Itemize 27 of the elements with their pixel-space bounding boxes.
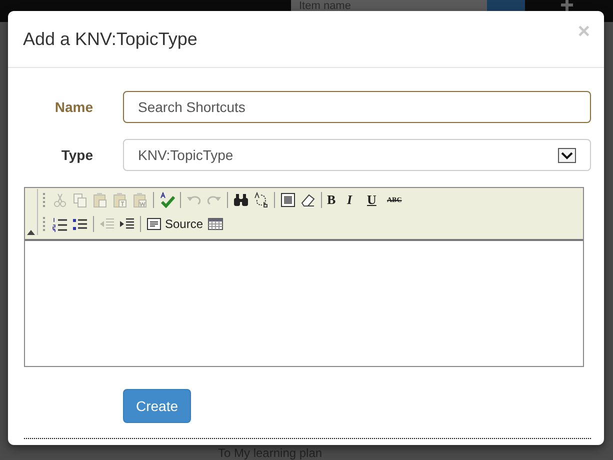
clipboard-word-icon xyxy=(132,192,148,208)
numbered-list-icon xyxy=(52,216,68,232)
format-button[interactable]: U xyxy=(365,190,385,210)
type-dropdown[interactable]: KNV:TopicType xyxy=(123,139,591,171)
plus-icon[interactable] xyxy=(561,0,573,11)
bulleted-list-icon xyxy=(72,216,88,232)
clipboard-text-icon xyxy=(112,192,128,208)
document-icon xyxy=(146,216,162,232)
spellcheck-icon xyxy=(159,192,175,208)
field-label: Type xyxy=(60,147,93,163)
clipboard-icon xyxy=(92,192,108,208)
field-label: Name xyxy=(54,99,93,115)
format-button[interactable]: B xyxy=(325,190,345,210)
collapse-icon[interactable] xyxy=(27,230,35,235)
scissors-icon xyxy=(52,192,68,208)
create-button[interactable]: Create xyxy=(123,389,192,423)
source-button[interactable]: Source xyxy=(144,214,206,234)
select-all-button[interactable] xyxy=(278,190,298,210)
replace-icon xyxy=(253,192,269,208)
copy-icon xyxy=(72,192,88,208)
name-field[interactable]: Search Shortcuts xyxy=(123,91,591,123)
select-all-icon xyxy=(280,192,296,208)
binoculars-icon xyxy=(233,192,249,208)
format-button[interactable]: I xyxy=(345,190,365,210)
dialog-title: Add a KNV:TopicType xyxy=(23,28,198,50)
table-icon xyxy=(207,216,224,232)
eraser-icon xyxy=(300,192,316,208)
